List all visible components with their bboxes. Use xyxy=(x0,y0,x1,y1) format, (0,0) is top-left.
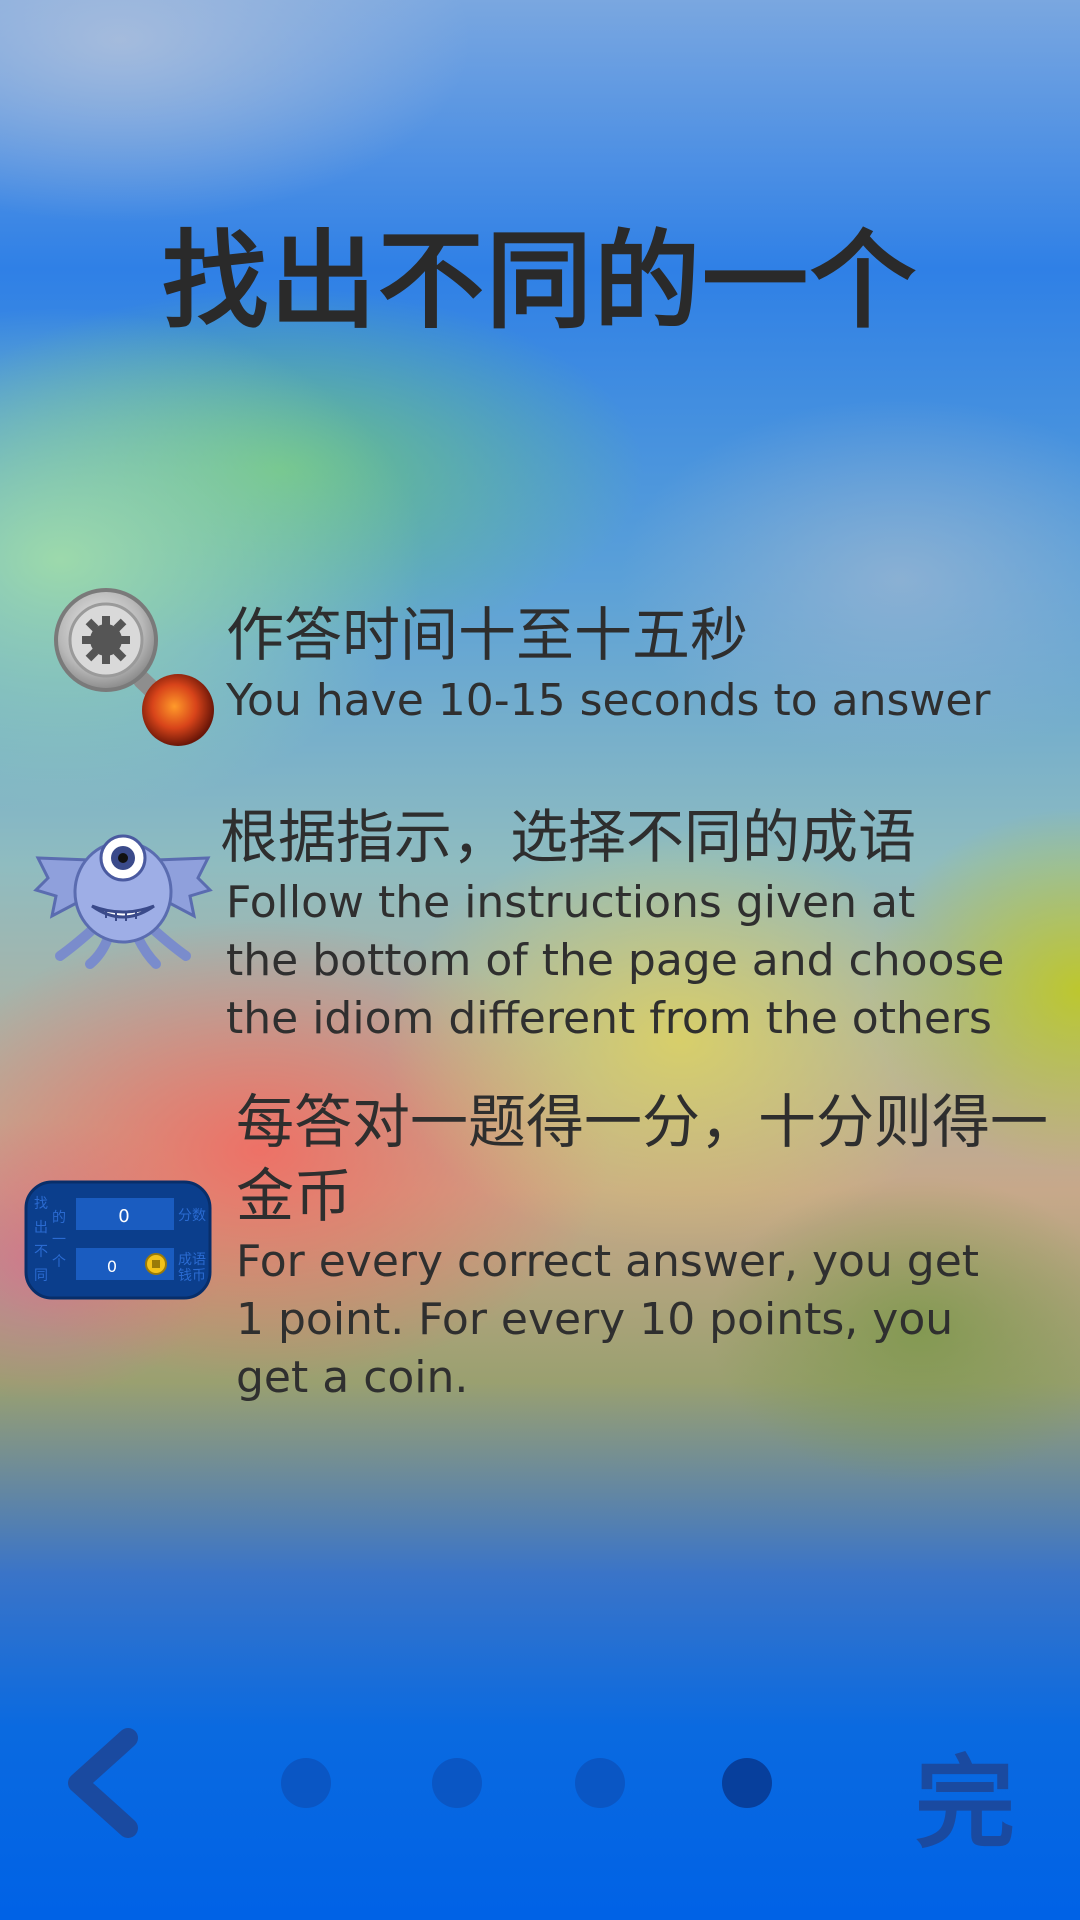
rule-text-en: You have 10-15 seconds to answer xyxy=(226,675,991,726)
cyclops-monster-icon xyxy=(30,820,216,970)
rule-item-time-limit: 作答时间十至十五秒 You have 10-15 seconds to answ… xyxy=(226,598,991,730)
page-dot-2[interactable] xyxy=(432,1758,482,1808)
page-title: 找出不同的一个 xyxy=(162,220,918,343)
page-dot-4-active[interactable] xyxy=(722,1758,772,1808)
svg-text:的: 的 xyxy=(52,1210,66,1226)
svg-text:0: 0 xyxy=(107,1257,117,1276)
svg-text:找: 找 xyxy=(34,1196,48,1212)
rule-text-zh: 每答对一题得一分，十分则得一金币 xyxy=(236,1088,1049,1230)
svg-text:同: 同 xyxy=(34,1268,48,1284)
rule-item-choose-idiom: 根据指示，选择不同的成语 Follow the instructions giv… xyxy=(220,800,1004,1048)
rule-text-zh: 作答时间十至十五秒 xyxy=(226,601,749,669)
rule-item-scoring: 每答对一题得一分，十分则得一金币 For every correct answe… xyxy=(236,1085,1056,1407)
svg-text:一: 一 xyxy=(52,1232,66,1248)
rule-text-zh: 根据指示，选择不同的成语 xyxy=(220,803,917,871)
page-dot-1[interactable] xyxy=(281,1758,331,1808)
rule-text-en: For every correct answer, you get 1 poin… xyxy=(236,1236,980,1403)
svg-text:成语: 成语 xyxy=(178,1252,206,1268)
finish-button[interactable]: 完 xyxy=(915,1722,1015,1867)
page-dot-3[interactable] xyxy=(575,1758,625,1808)
svg-text:钱币: 钱币 xyxy=(178,1268,206,1284)
tutorial-screen: 找出不同 的一个 作答时间十至十五秒 You have 10-15 seconds… xyxy=(0,0,1080,1920)
svg-text:分数: 分数 xyxy=(178,1208,206,1224)
rule-text-en: Follow the instructions given at the bot… xyxy=(226,877,1005,1044)
svg-text:出: 出 xyxy=(34,1220,48,1236)
magnifier-timer-icon xyxy=(52,588,222,748)
svg-text:个: 个 xyxy=(52,1254,66,1270)
game-board-icon: 0 0 找 的 出 一 不 个 同 分数 成语 钱币 xyxy=(24,1180,212,1300)
svg-text:不: 不 xyxy=(34,1244,48,1260)
svg-text:0: 0 xyxy=(118,1206,129,1227)
